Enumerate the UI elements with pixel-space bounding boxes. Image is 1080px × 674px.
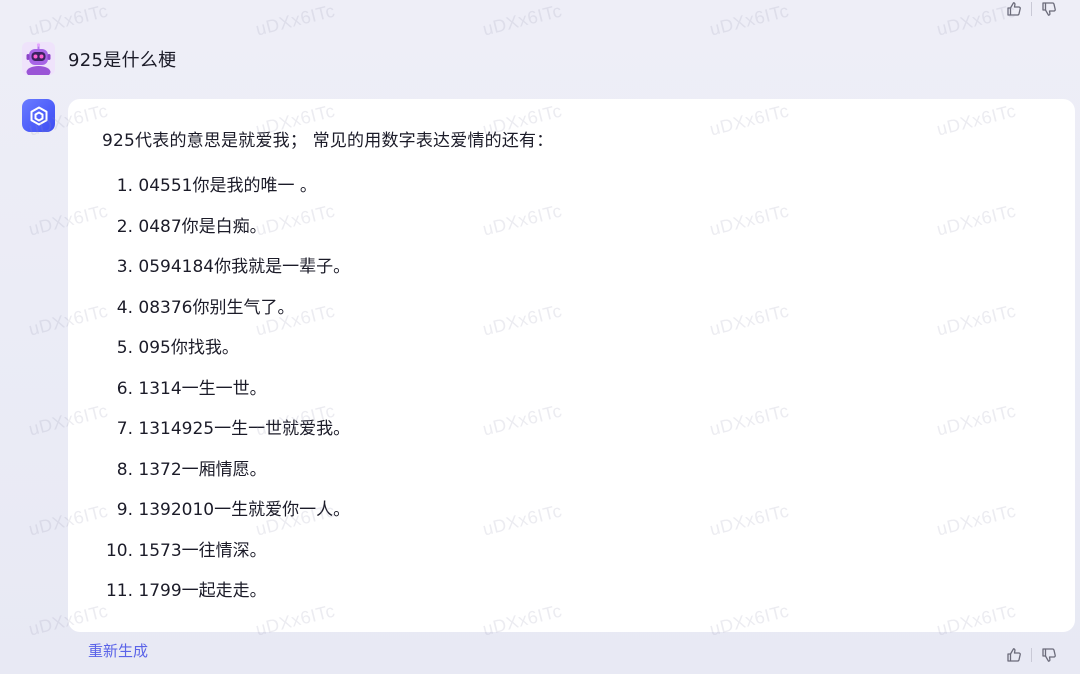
list-item-number: 7. xyxy=(116,419,133,439)
answer-card: 925代表的意思是就爱我； 常见的用数字表达爱情的还有： 1. 04551你是我… xyxy=(68,99,1075,632)
list-item-text: 1372一厢情愿。 xyxy=(138,459,267,480)
list-item: 7. 1314925一生一世就爱我。 xyxy=(102,414,1041,455)
list-item-text: 0594184你我就是一辈子。 xyxy=(138,257,351,277)
list-item-number: 11. xyxy=(105,581,133,601)
list-item: 1. 04551你是我的唯一 。 xyxy=(102,171,1041,212)
list-item: 8. 1372一厢情愿。 xyxy=(102,455,1041,496)
thumbs-down-icon[interactable] xyxy=(1040,646,1058,664)
user-question-text: 925是什么梗 xyxy=(68,49,177,71)
list-item-text: 1392010一生就爱你一人。 xyxy=(138,500,351,520)
regenerate-button[interactable]: 重新生成 xyxy=(88,640,148,661)
list-item-number: 10. xyxy=(105,540,133,561)
list-item-number: 5. xyxy=(116,338,133,358)
list-item-number: 4. xyxy=(116,297,133,318)
list-item-text: 1314一生一世。 xyxy=(138,378,267,399)
watermark-text: uDXx6ITc xyxy=(26,0,111,40)
list-item: 2. 0487你是白痴。 xyxy=(102,212,1041,253)
list-item-text: 08376你别生气了。 xyxy=(138,297,295,318)
list-item-text: 1573一往情深。 xyxy=(138,540,267,561)
list-item-text: 04551你是我的唯一 。 xyxy=(138,176,317,196)
list-item: 5. 095你找我。 xyxy=(102,333,1041,374)
list-item: 10. 1573一往情深。 xyxy=(102,536,1041,577)
answer-intro: 925代表的意思是就爱我； 常见的用数字表达爱情的还有： xyxy=(102,131,554,151)
feedback-divider xyxy=(1031,648,1032,662)
previous-message-feedback xyxy=(1005,0,1058,18)
list-item: 4. 08376你别生气了。 xyxy=(102,293,1041,334)
list-item-number: 3. xyxy=(116,257,133,277)
watermark-text: uDXx6ITc xyxy=(707,0,792,40)
watermark-text: uDXx6ITc xyxy=(480,0,565,40)
list-item-text: 0487你是白痴。 xyxy=(138,216,267,237)
list-item: 6. 1314一生一世。 xyxy=(102,374,1041,415)
list-item-number: 8. xyxy=(116,459,133,480)
thumbs-up-icon[interactable] xyxy=(1005,646,1023,664)
list-item-number: 1. xyxy=(116,176,133,196)
list-item: 3. 0594184你我就是一辈子。 xyxy=(102,252,1041,293)
robot-avatar-icon xyxy=(22,42,55,75)
list-item-number: 2. xyxy=(116,216,133,237)
list-item: 9. 1392010一生就爱你一人。 xyxy=(102,495,1041,536)
list-item-text: 095你找我。 xyxy=(138,338,239,358)
answer-list: 1. 04551你是我的唯一 。 2. 0487你是白痴。 3. 0594184… xyxy=(102,171,1041,617)
feedback-divider xyxy=(1031,2,1032,16)
list-item-number: 9. xyxy=(116,500,133,520)
watermark-text: uDXx6ITc xyxy=(253,0,338,40)
thumbs-down-icon[interactable] xyxy=(1040,0,1058,18)
list-item: 11. 1799一起走走。 xyxy=(102,576,1041,617)
user-message: 925是什么梗 xyxy=(22,42,176,75)
list-item-text: 1314925一生一世就爱我。 xyxy=(138,419,351,439)
thumbs-up-icon[interactable] xyxy=(1005,0,1023,18)
list-item-text: 1799一起走走。 xyxy=(138,581,267,601)
cube-logo-icon xyxy=(22,99,55,132)
answer-feedback xyxy=(1005,646,1058,664)
list-item-number: 6. xyxy=(116,378,133,399)
